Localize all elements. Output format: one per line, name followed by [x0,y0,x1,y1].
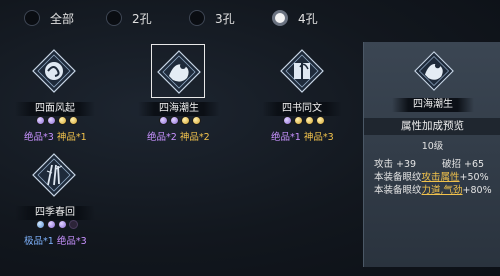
gem-counts: 绝品*3 神品*1 [24,129,87,143]
bamboo-emblem-icon [32,153,76,197]
filter-label: 4孔 [298,11,318,26]
count-ji: 极品*1 [24,236,54,247]
stat-row-pozhao: 破招 +65 [442,156,484,170]
filter-label: 3孔 [215,11,235,26]
radio-icon[interactable] [24,10,40,26]
gem-slots [36,220,78,230]
item-name: 四书同文 [262,102,342,116]
gem-gold-icon [305,116,314,125]
count-shen: 神品*1 [56,132,87,143]
gem-counts: 绝品*2 神品*2 [147,129,210,143]
gem-purple-icon [170,116,179,125]
count-jue: 绝品*3 [56,236,87,247]
gem-counts: 绝品*1 神品*3 [271,129,334,143]
gem-empty-icon [69,220,78,229]
item-frame-selected[interactable] [151,44,205,98]
radio-icon[interactable] [106,10,122,26]
count-jue: 绝品*3 [24,132,54,143]
gem-counts: 极品*1 绝品*3 [24,233,87,247]
swirl-emblem-icon [32,49,76,93]
count-shen: 神品*2 [179,132,210,143]
wave-flower-emblem-icon [414,51,454,91]
detail-section-title: 属性加成预览 [364,118,500,135]
filter-label: 全部 [50,11,75,26]
filter-4-holes[interactable]: 4孔 [272,7,318,29]
gem-gold-icon [58,116,67,125]
radio-icon[interactable] [189,10,205,26]
hole-filter-bar: 全部 2孔 3孔 4孔 [0,0,500,36]
filter-all[interactable]: 全部 [24,7,74,29]
detail-panel: 四海潮生 属性加成预览 10级 攻击 +39 破招 +65 本装备眼纹攻击属性+… [363,42,500,267]
count-jue: 绝品*1 [271,132,301,143]
gem-purple-icon [58,220,67,229]
gem-purple-icon [283,116,292,125]
gem-gold-icon [192,116,201,125]
detail-level: 10级 [421,141,444,152]
item-frame[interactable] [27,148,81,202]
item-frame[interactable] [275,44,329,98]
book-emblem-icon [280,49,324,93]
gem-gold-icon [69,116,78,125]
wave-flower-emblem-icon [157,50,201,94]
item-name: 四面风起 [15,102,95,116]
gem-gold-icon [294,116,303,125]
gem-gold-icon [181,116,190,125]
gem-purple-icon [159,116,168,125]
item-name: 四季春回 [15,206,95,220]
bonus-row-2: 本装备眼纹力道,气劲+80% [374,182,492,196]
gem-purple-icon [36,116,45,125]
filter-label: 2孔 [132,11,152,26]
gem-purple-icon [47,116,56,125]
detail-item-name: 四海潮生 [392,98,474,112]
bonus-value: +80% [462,185,492,196]
item-name: 四海潮生 [138,102,220,116]
gem-blue-icon [36,220,45,229]
count-jue: 绝品*2 [147,132,177,143]
count-shen: 神品*3 [303,132,334,143]
item-frame[interactable] [27,44,81,98]
filter-2-holes[interactable]: 2孔 [106,7,152,29]
gem-slots [36,116,78,126]
bonus-prefix: 本装备眼纹 [374,185,422,196]
bonus-attr: 力道,气劲 [421,185,463,196]
gem-slots [283,116,325,126]
gem-gold-icon [316,116,325,125]
gem-purple-icon [47,220,56,229]
stat-row-attack: 攻击 +39 [374,156,416,170]
bonus-row-1: 本装备眼纹攻击属性+50% [374,169,489,183]
filter-3-holes[interactable]: 3孔 [189,7,235,29]
gem-slots [159,116,201,126]
radio-selected-icon[interactable] [272,10,288,26]
